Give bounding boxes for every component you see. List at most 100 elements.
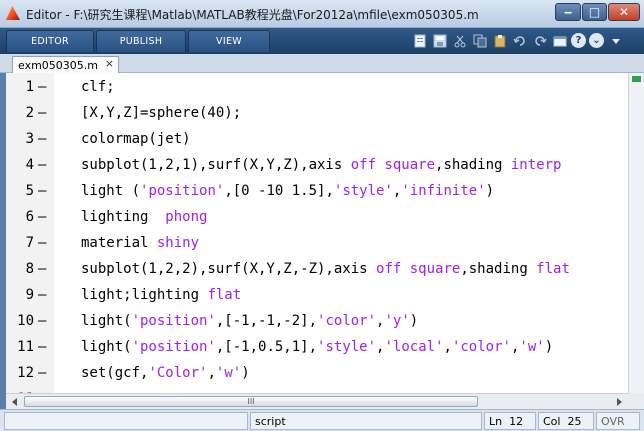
code-string-token: 'position' (131, 313, 216, 329)
line-number: 6 (25, 209, 34, 225)
status-overwrite: OVR (596, 412, 640, 430)
breakpoint-marker[interactable]: — (38, 152, 46, 178)
code-token: ,[-1,-1,-2], (215, 313, 318, 329)
line-number: 1 (25, 79, 34, 95)
status-line-label: Ln (489, 414, 503, 428)
code-token: ) (544, 339, 554, 355)
code-token: , (207, 365, 216, 381)
code-token: lighting (81, 209, 166, 225)
breakpoint-marker[interactable]: — (38, 74, 46, 100)
code-line[interactable]: 5— light ('position',[0 -10 1.5],'style',… (6, 178, 628, 204)
quick-access-toolbar: ? ⌄ (411, 32, 624, 50)
breakpoint-marker[interactable]: — (38, 230, 46, 256)
code-token: clf; (81, 79, 115, 95)
save-icon[interactable] (431, 32, 448, 49)
code-token: subplot(1,2,2),surf(X,Y,Z,-Z),axis (81, 261, 377, 277)
code-analyzer-status-icon[interactable] (632, 76, 641, 82)
copy-icon[interactable] (471, 32, 488, 49)
breakpoint-marker[interactable]: — (38, 360, 46, 386)
cut-icon[interactable] (451, 32, 468, 49)
code-token: , (443, 339, 452, 355)
code-token: ) (485, 183, 495, 199)
maximize-button[interactable]: □ (582, 3, 607, 21)
line-number: 4 (25, 157, 34, 173)
horizontal-scroll-thumb[interactable]: III (24, 396, 478, 407)
undo-icon[interactable] (511, 32, 528, 49)
line-number: 11 (17, 339, 34, 355)
code-token: material (81, 235, 157, 251)
breakpoint-marker[interactable]: — (38, 282, 46, 308)
switch-windows-icon[interactable] (551, 32, 568, 49)
code-token: ) (241, 365, 250, 381)
code-token: light( (81, 339, 132, 355)
line-number: 3 (25, 131, 34, 147)
code-text: subplot(1,2,2),surf(X,Y,Z,-Z),axis off s… (81, 256, 570, 282)
new-file-icon[interactable] (411, 32, 428, 49)
code-line[interactable]: 7— material shiny (6, 230, 628, 256)
scrollbar-corner (628, 393, 644, 409)
code-token: set(gcf, (81, 365, 149, 381)
code-line[interactable]: 10— light('position',[-1,-1,-2],'color','… (6, 308, 628, 334)
code-line[interactable]: 1— clf; (6, 74, 628, 100)
line-number: 9 (25, 287, 34, 303)
code-line[interactable]: 12— set(gcf,'Color','w') (6, 360, 628, 386)
code-string-token: 'y' (384, 313, 410, 329)
minimize-button[interactable]: ‒ (555, 3, 581, 21)
tab-view[interactable]: VIEW (188, 30, 270, 52)
code-line[interactable]: 3— colormap(jet) (6, 126, 628, 152)
quick-access-dropdown-icon[interactable]: ⌄ (589, 33, 604, 48)
code-string-token: phong (165, 209, 208, 225)
code-token: subplot(1,2,1),surf(X,Y,Z),axis (81, 157, 351, 173)
breakpoint-marker[interactable]: — (38, 204, 46, 230)
status-column-value: 25 (567, 414, 582, 428)
code-string-token: off square (376, 261, 461, 277)
close-button[interactable]: ✕ (608, 3, 640, 21)
horizontal-scrollbar[interactable]: III (6, 393, 628, 409)
code-line[interactable]: 2— [X,Y,Z]=sphere(40); (6, 100, 628, 126)
tab-editor[interactable]: EDITOR (6, 30, 94, 52)
breakpoint-marker[interactable]: — (38, 308, 46, 334)
document-tab[interactable]: exm050305.m × (12, 56, 119, 73)
breakpoint-marker[interactable]: — (38, 334, 46, 360)
code-string-token: 'color' (451, 339, 511, 355)
status-message (4, 412, 248, 430)
code-string-token: 'w' (519, 339, 545, 355)
breakpoint-marker[interactable]: — (38, 256, 46, 282)
redo-icon[interactable] (531, 32, 548, 49)
document-tab-label: exm050305.m (18, 58, 99, 72)
tab-publish[interactable]: PUBLISH (96, 30, 186, 52)
breakpoint-marker[interactable]: — (38, 178, 46, 204)
code-line[interactable]: 8— subplot(1,2,2),surf(X,Y,Z,-Z),axis off… (6, 256, 628, 282)
breakpoint-marker[interactable]: — (38, 126, 46, 152)
line-number: 10 (17, 313, 34, 329)
collapse-toolstrip-icon[interactable] (607, 32, 624, 49)
breakpoint-marker[interactable]: — (38, 100, 46, 126)
code-text: set(gcf,'Color','w') (81, 360, 250, 386)
code-string-token: 'local' (384, 339, 444, 355)
code-string-token: interp (510, 157, 562, 173)
code-string-token: shiny (156, 235, 200, 251)
window-title: Editor - F:\研究生课程\Matlab\MATLAB教程光盘\For2… (26, 8, 479, 22)
scroll-left-icon[interactable] (8, 395, 22, 408)
code-string-token: 'w' (215, 365, 242, 381)
code-text: clf; (81, 74, 115, 100)
code-line[interactable]: 9— light;lighting flat (6, 282, 628, 308)
code-string-token: 'Color' (148, 365, 208, 381)
matlab-logo-icon (6, 6, 20, 20)
status-column: Col 25 (538, 412, 594, 430)
close-tab-icon[interactable]: × (105, 57, 114, 70)
code-token: light( (81, 313, 132, 329)
line-number: 8 (25, 261, 34, 277)
paste-icon[interactable] (491, 32, 508, 49)
code-line[interactable]: 11— light('position',[-1,0.5,1],'style','… (6, 334, 628, 360)
code-text: light('position',[-1,-1,-2],'color','y') (81, 308, 418, 334)
vertical-scrollbar[interactable] (628, 73, 644, 393)
code-string-token: 'position' (140, 183, 225, 199)
code-editor[interactable]: 1— clf; 2— [X,Y,Z]=sphere(40); 3— colormap(je… (6, 73, 628, 407)
help-icon[interactable]: ? (571, 33, 586, 48)
code-line[interactable]: 4— subplot(1,2,1),surf(X,Y,Z),axis off sq… (6, 152, 628, 178)
status-column-label: Col (543, 414, 561, 428)
scroll-right-icon[interactable] (612, 395, 626, 408)
code-line[interactable]: 6— lighting phong (6, 204, 628, 230)
code-token: ,[0 -10 1.5], (224, 183, 334, 199)
